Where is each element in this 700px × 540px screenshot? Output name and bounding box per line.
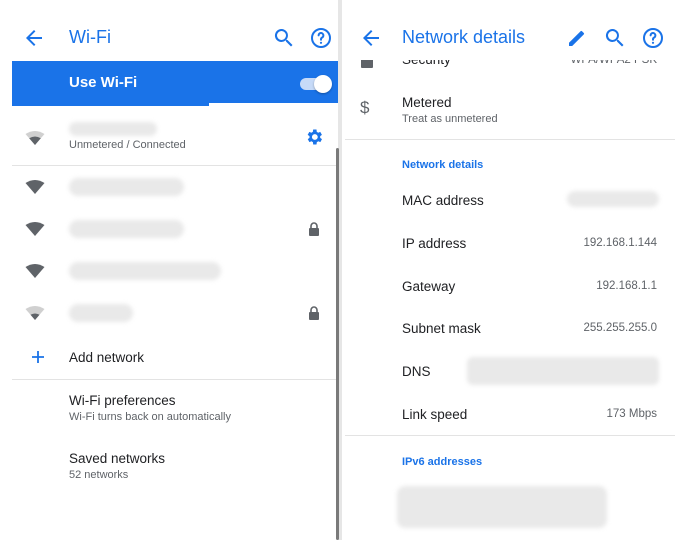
network-name-redacted <box>69 178 184 196</box>
network-name-redacted <box>69 220 184 238</box>
edit-icon[interactable] <box>565 26 589 50</box>
saved-networks-item[interactable]: Saved networks 52 networks <box>12 440 338 492</box>
lock-icon <box>308 306 320 320</box>
detail-row-subnet: Subnet mask 255.255.255.0 <box>345 314 675 342</box>
detail-value: 192.168.1.1 <box>596 280 657 292</box>
page-title: Wi-Fi <box>69 27 111 47</box>
detail-label: Link speed <box>402 407 468 422</box>
network-row[interactable] <box>12 166 338 208</box>
use-wifi-label: Use Wi-Fi <box>69 74 138 91</box>
wifi-icon <box>25 130 45 146</box>
network-row[interactable] <box>12 250 338 292</box>
metered-title: Metered <box>402 95 452 110</box>
divider <box>345 139 675 140</box>
detail-label: Gateway <box>402 279 456 294</box>
detail-value: 255.255.255.0 <box>583 322 657 334</box>
detail-value: 173 Mbps <box>606 408 657 420</box>
metered-subtitle: Treat as unmetered <box>402 113 498 125</box>
saved-networks-subtitle: 52 networks <box>69 469 129 481</box>
network-status: Unmetered / Connected <box>69 139 186 151</box>
help-icon[interactable] <box>641 26 665 50</box>
divider <box>12 379 338 380</box>
plus-icon <box>30 349 46 365</box>
progress-indicator <box>209 103 338 106</box>
section-header-network-details: Network details <box>402 159 484 171</box>
detail-row-ip: IP address 192.168.1.144 <box>345 229 675 257</box>
ipv6-value-redacted <box>397 486 607 528</box>
dollar-icon: $ <box>360 98 370 117</box>
add-network-label: Add network <box>69 350 145 365</box>
network-row[interactable] <box>12 292 338 334</box>
search-icon[interactable] <box>603 26 627 50</box>
section-header-ipv6: IPv6 addresses <box>402 456 483 468</box>
wifi-icon <box>25 221 45 237</box>
back-arrow-icon[interactable] <box>357 26 385 50</box>
mac-value-redacted <box>567 191 659 207</box>
search-icon[interactable] <box>272 26 296 50</box>
details-app-bar: Network details <box>345 0 675 60</box>
detail-value: 192.168.1.144 <box>583 237 657 249</box>
wifi-preferences-subtitle: Wi-Fi turns back on automatically <box>69 411 231 423</box>
detail-row-dns: DNS <box>345 357 675 385</box>
detail-row-mac: MAC address <box>345 186 675 214</box>
wifi-icon <box>25 263 45 279</box>
back-arrow-icon[interactable] <box>20 26 48 50</box>
page-title: Network details <box>402 27 526 47</box>
use-wifi-toggle[interactable] <box>298 74 338 94</box>
dns-value-redacted <box>467 357 659 385</box>
wifi-preferences-item[interactable]: Wi-Fi preferences Wi-Fi turns back on au… <box>12 382 338 434</box>
divider <box>345 435 675 436</box>
connected-network-row[interactable]: Unmetered / Connected <box>12 114 338 166</box>
detail-row-link-speed: Link speed 173 Mbps <box>345 400 675 428</box>
help-icon[interactable] <box>309 26 333 50</box>
detail-row-gateway: Gateway 192.168.1.1 <box>345 272 675 300</box>
network-name-redacted <box>69 304 133 322</box>
detail-label: Subnet mask <box>402 321 481 336</box>
metered-item[interactable]: $ Metered Treat as unmetered <box>345 88 675 136</box>
add-network-button[interactable]: Add network <box>12 338 338 378</box>
wifi-preferences-title: Wi-Fi preferences <box>69 393 176 408</box>
wifi-icon <box>25 305 45 321</box>
detail-label: MAC address <box>402 193 484 208</box>
wifi-screen: Wi-Fi Use Wi-Fi Unmetered / Connected Ad… <box>0 0 340 540</box>
detail-label: DNS <box>402 364 431 379</box>
toggle-thumb <box>314 75 332 93</box>
network-name-redacted <box>69 262 221 280</box>
use-wifi-banner[interactable]: Use Wi-Fi <box>12 61 338 106</box>
detail-label: IP address <box>402 236 467 251</box>
network-row[interactable] <box>12 208 338 250</box>
wifi-icon <box>25 179 45 195</box>
network-name-redacted <box>69 122 157 136</box>
scrollbar[interactable] <box>336 148 339 540</box>
lock-icon <box>308 222 320 236</box>
gear-icon[interactable] <box>304 127 324 147</box>
saved-networks-title: Saved networks <box>69 451 166 466</box>
network-details-screen: Security WPA/WPA2 PSK Network details $ … <box>345 0 675 540</box>
